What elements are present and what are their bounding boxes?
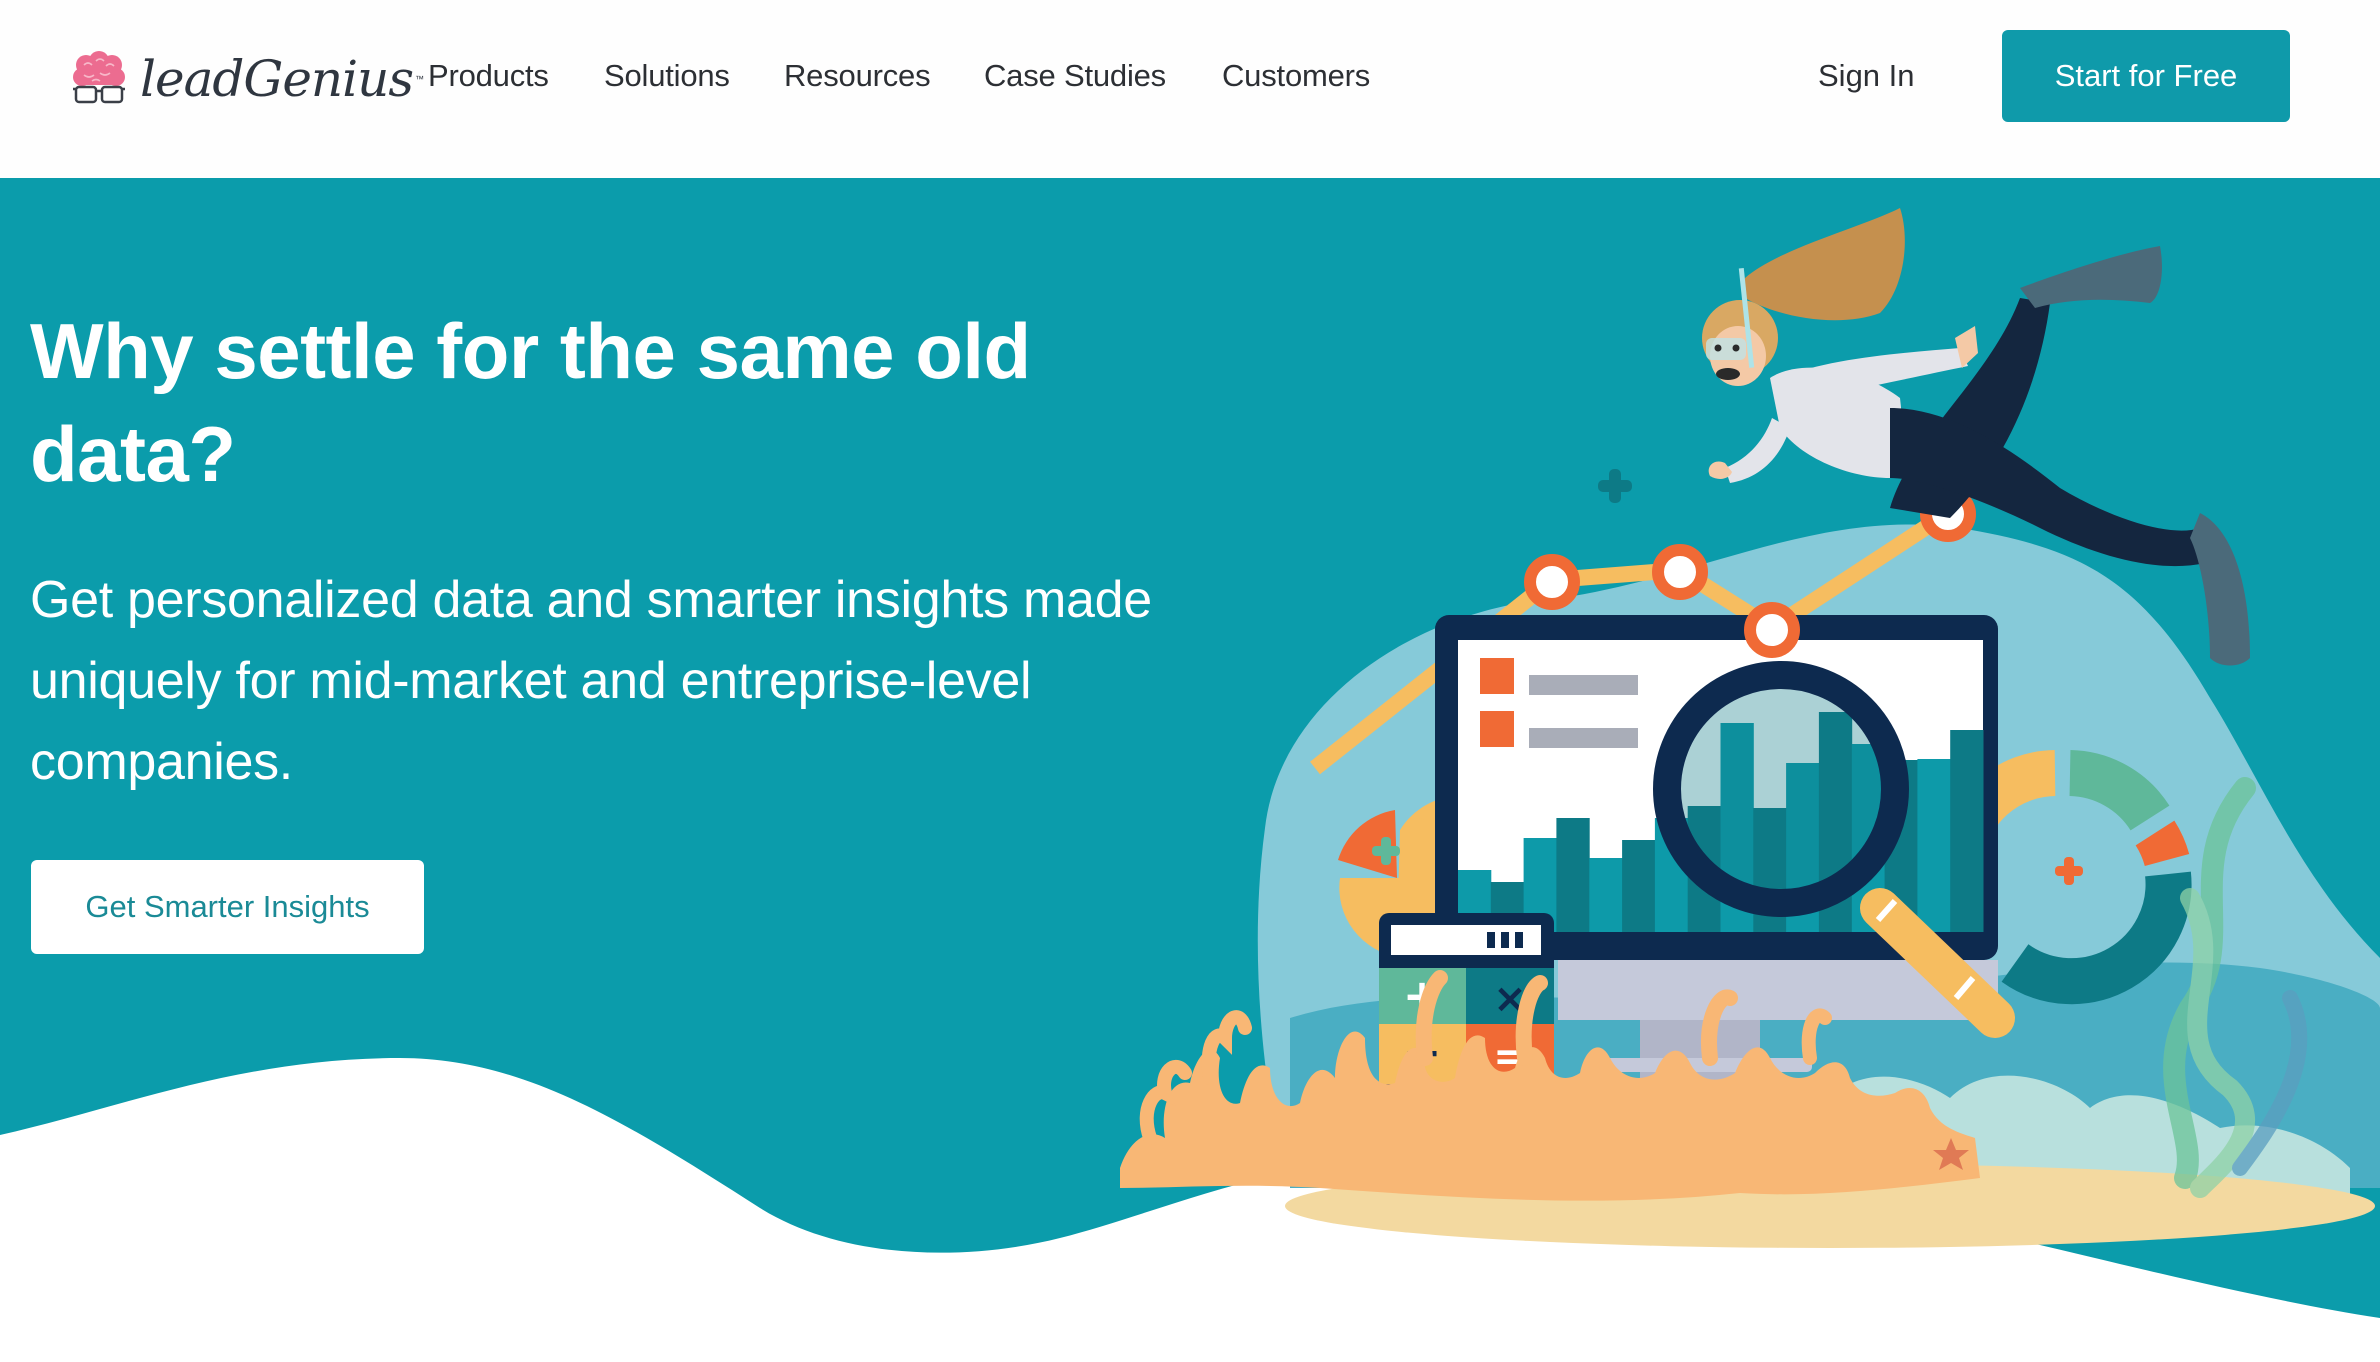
monitor-bar [1917, 759, 1951, 932]
site-header: leadGenius ™ Products Solutions Resource… [0, 0, 2380, 178]
brain-glasses-icon [72, 51, 126, 107]
nav-case-studies[interactable]: Case Studies [984, 52, 1174, 100]
line-marker [1744, 602, 1800, 658]
trademark-mark: ™ [414, 74, 424, 84]
sign-in-link[interactable]: Sign In [1818, 52, 1915, 100]
get-smarter-insights-button[interactable]: Get Smarter Insights [31, 860, 424, 954]
monitor-bar [1589, 858, 1623, 932]
hero-title: Why settle for the same old data? [30, 307, 1031, 498]
hero-subtitle: Get personalized data and smarter insigh… [30, 571, 1152, 791]
monitor-bar [1556, 818, 1590, 932]
line-marker [1652, 544, 1708, 600]
nav-customers[interactable]: Customers [1222, 52, 1382, 100]
brand-wordmark: leadGenius [140, 50, 414, 108]
line-marker [1524, 554, 1580, 610]
monitor-bar [1950, 730, 1984, 932]
plus-decoration-dark [1598, 469, 1632, 503]
start-for-free-button[interactable]: Start for Free [2002, 30, 2290, 122]
main-nav: Products Solutions Resources Case Studie… [428, 52, 1382, 100]
brand-logo[interactable]: leadGenius ™ [72, 44, 424, 114]
nav-resources[interactable]: Resources [784, 52, 936, 100]
monitor-bar [1622, 840, 1656, 932]
nav-products[interactable]: Products [428, 52, 556, 100]
hero-section: + × − = [0, 178, 2380, 1362]
nav-solutions[interactable]: Solutions [604, 52, 736, 100]
